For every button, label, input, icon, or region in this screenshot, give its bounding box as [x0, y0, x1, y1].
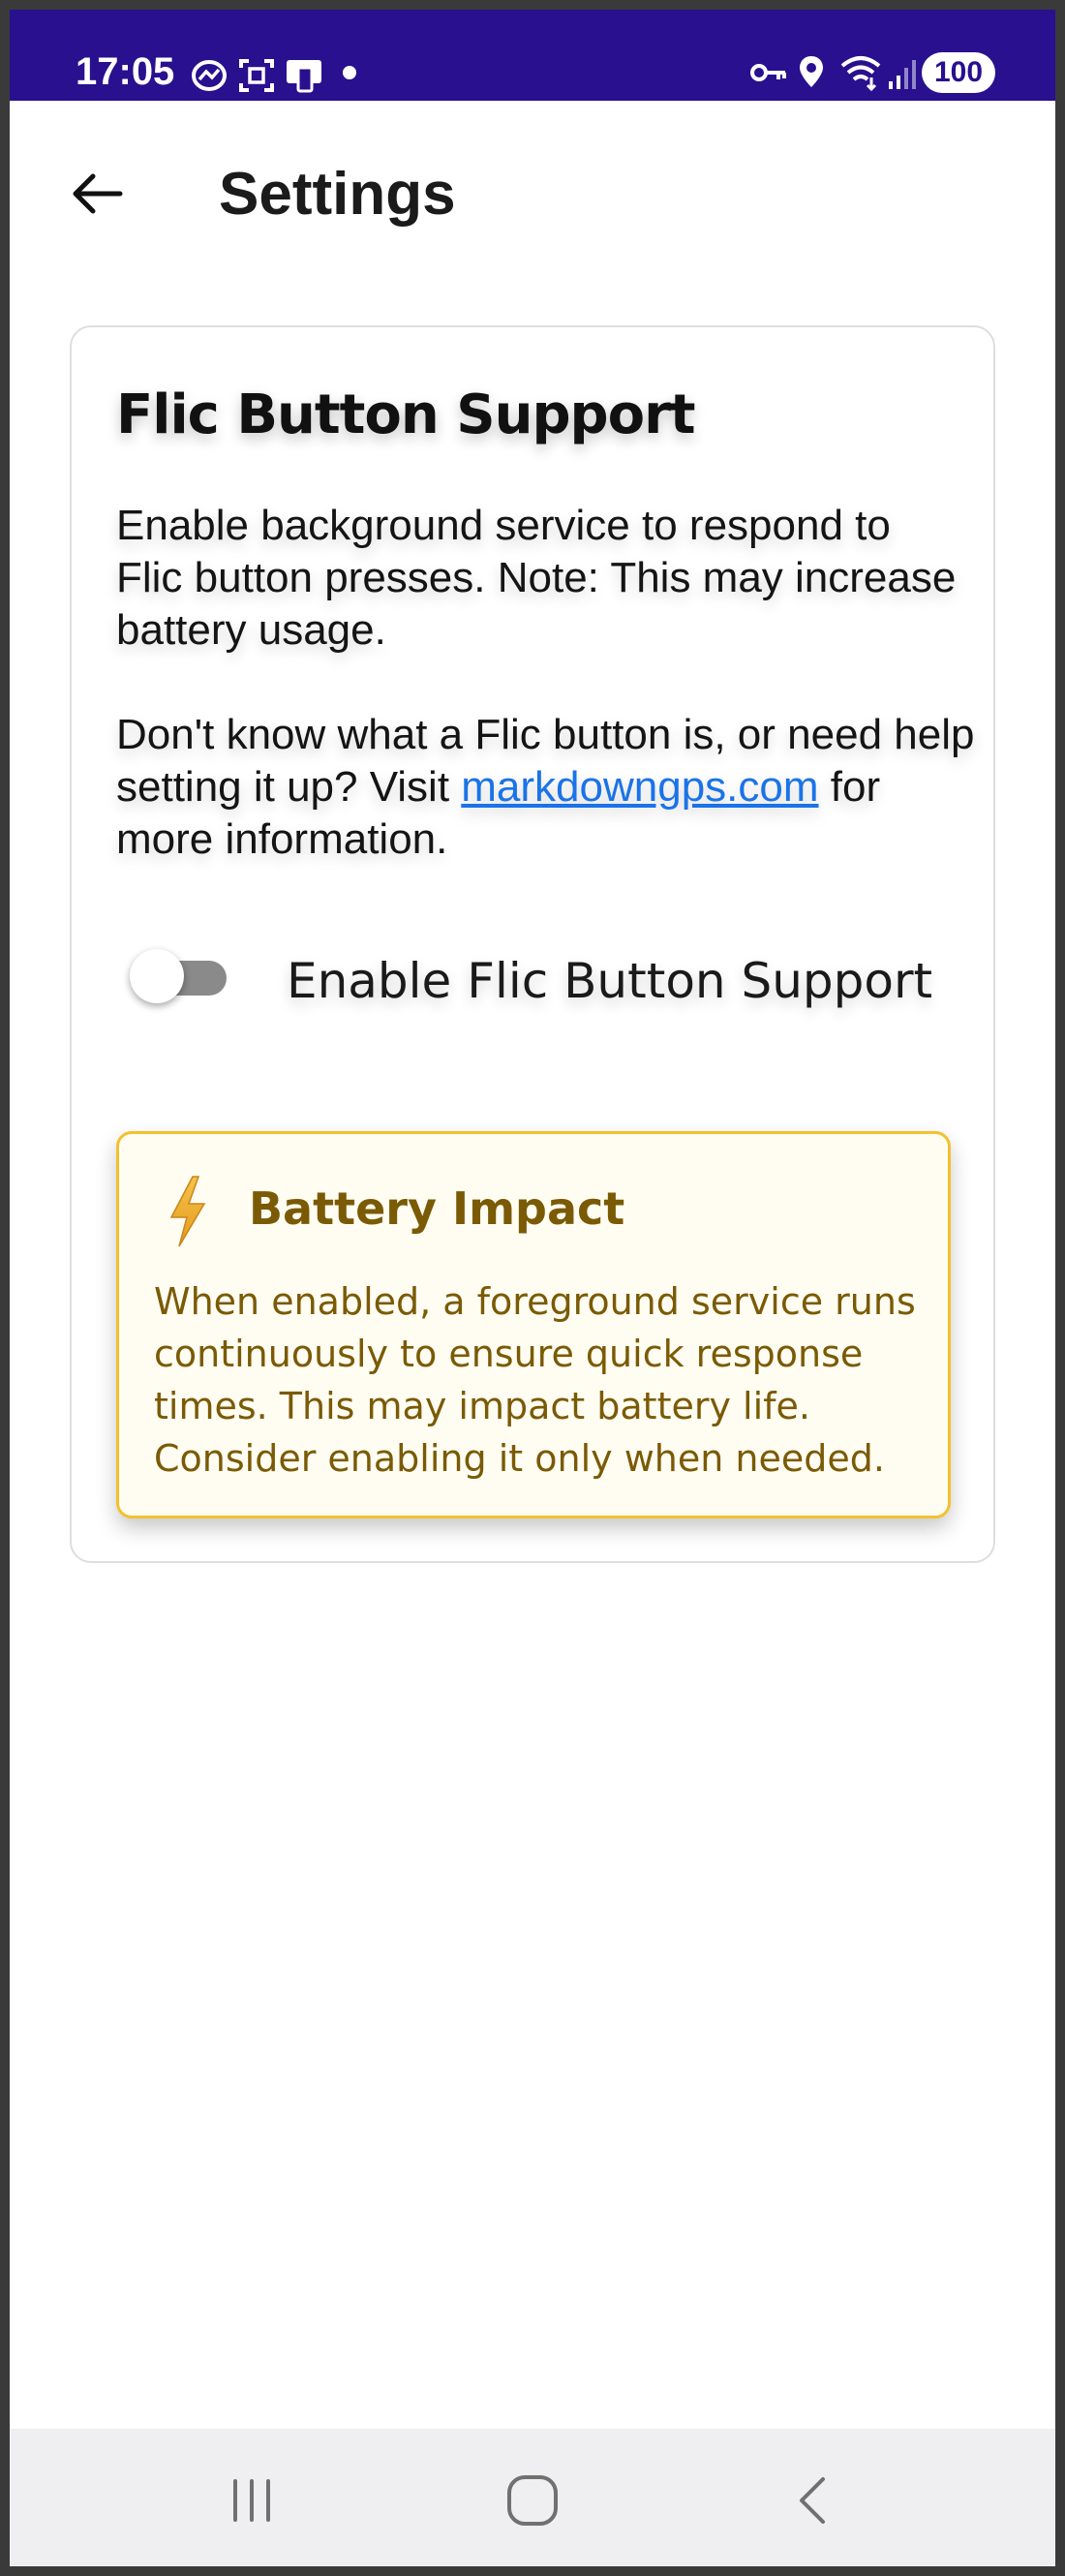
screen: 17:05 100 Settings Flic Button Support E…	[10, 10, 1055, 2566]
help-text: Don't know what a Flic button is, or nee…	[116, 709, 978, 866]
recent-apps-button[interactable]	[213, 2471, 290, 2530]
device-icon	[285, 58, 323, 98]
toggle-thumb	[130, 949, 184, 1003]
flic-toggle-switch[interactable]	[130, 947, 234, 1005]
recent-apps-icon	[233, 2479, 270, 2522]
notification-dot	[343, 66, 356, 79]
wifi-icon	[838, 52, 883, 96]
arrow-left-icon	[73, 173, 123, 214]
markdowngps-link[interactable]: markdowngps.com	[461, 763, 818, 811]
signal-icon	[887, 58, 916, 96]
flic-settings-card: Flic Button Support Enable background se…	[70, 325, 995, 1563]
lightning-bolt-icon	[166, 1175, 210, 1253]
system-back-button[interactable]	[775, 2471, 852, 2530]
home-icon	[507, 2475, 558, 2526]
messenger-icon	[190, 58, 228, 98]
status-time: 17:05	[76, 50, 175, 93]
toggle-label: Enable Flic Button Support	[287, 953, 933, 1009]
card-title: Flic Button Support	[116, 383, 695, 446]
back-icon	[800, 2477, 825, 2524]
status-bar: 17:05 100	[10, 10, 1055, 101]
page-title: Settings	[219, 161, 456, 228]
info-title: Battery Impact	[249, 1182, 625, 1235]
back-button[interactable]	[58, 155, 136, 232]
vpn-key-icon	[749, 58, 788, 92]
system-nav-bar	[10, 2429, 1055, 2566]
battery-impact-box: Battery Impact When enabled, a foregroun…	[116, 1131, 951, 1518]
battery-icon: 100	[922, 52, 995, 93]
location-icon	[798, 54, 825, 94]
card-description: Enable background service to respond to …	[116, 502, 957, 654]
screenshot-icon	[238, 58, 275, 98]
home-button[interactable]	[494, 2471, 571, 2530]
info-text: When enabled, a foreground service runs …	[154, 1280, 916, 1480]
